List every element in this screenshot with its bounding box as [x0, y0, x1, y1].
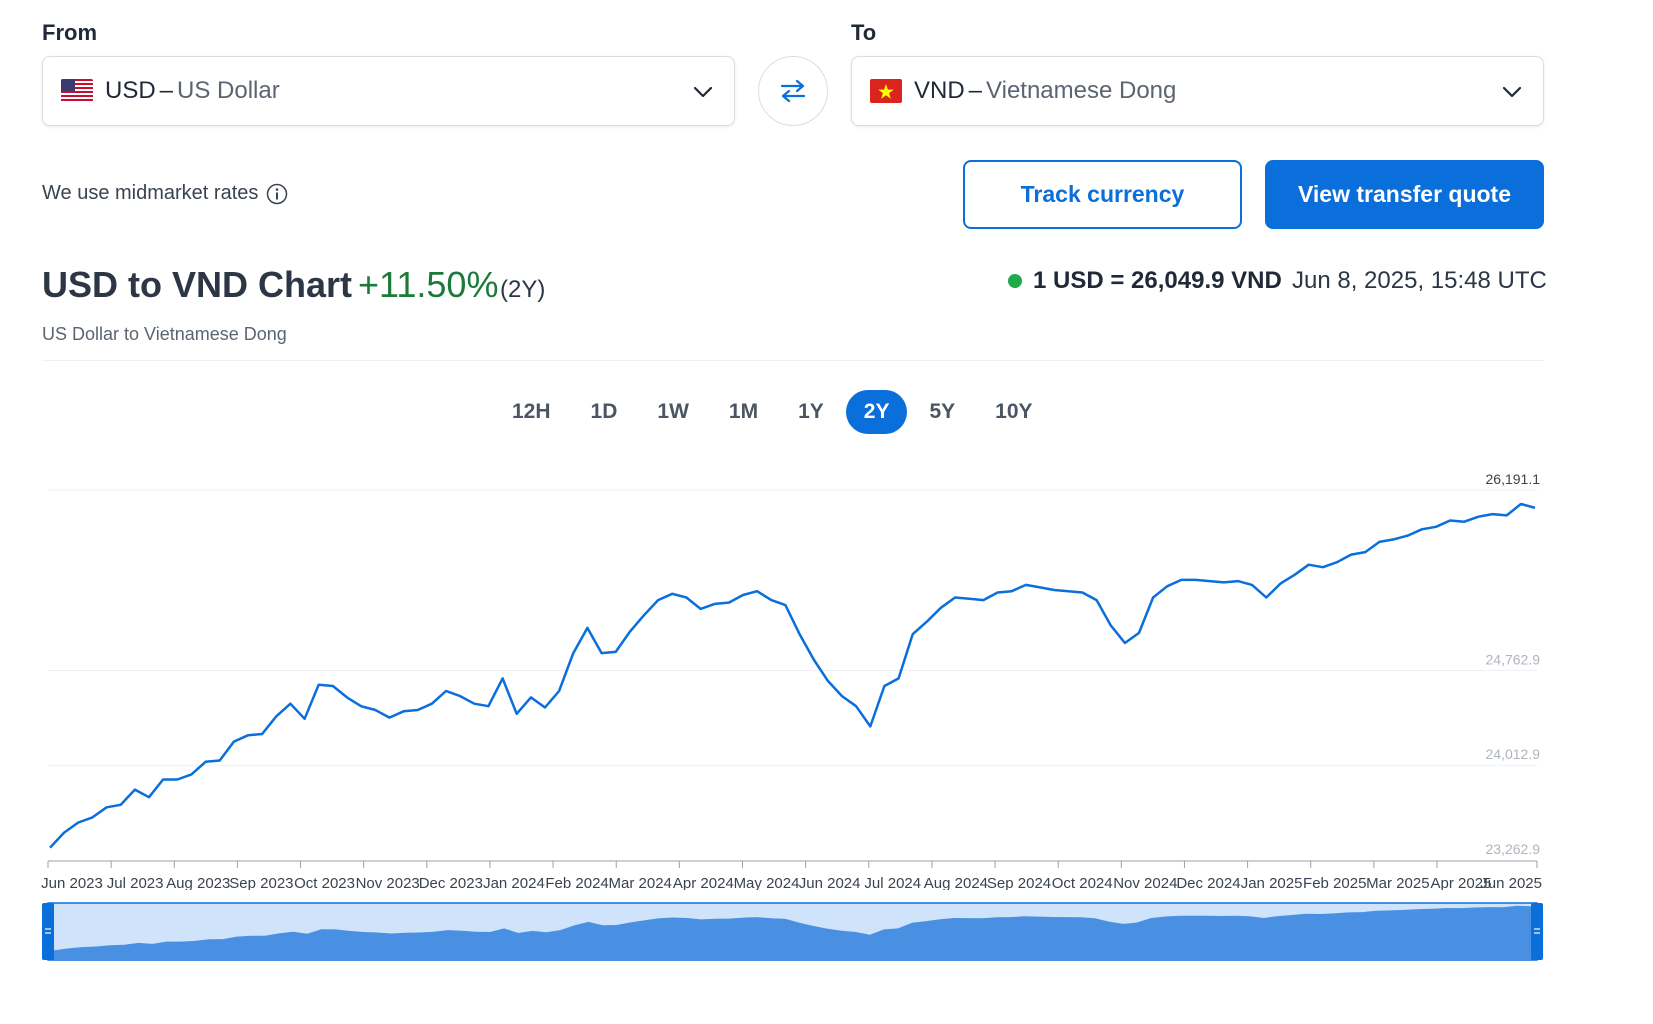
- x-tick-label: Feb 2025: [1303, 875, 1366, 890]
- period-tab-10y[interactable]: 10Y: [977, 390, 1050, 434]
- to-currency-dash: –: [968, 77, 983, 104]
- from-currency-name: US Dollar: [177, 77, 280, 104]
- midmarket-text: We use midmarket rates: [42, 182, 259, 204]
- x-tick-label: Jun 2023: [41, 875, 103, 890]
- x-tick-label: Oct 2024: [1052, 875, 1113, 890]
- from-currency-text: USD – US Dollar: [105, 77, 280, 105]
- view-transfer-quote-button[interactable]: View transfer quote: [1265, 160, 1544, 229]
- rate-series-line: [49, 502, 1536, 849]
- x-tick-label: Aug 2023: [166, 875, 230, 890]
- live-status-dot: [1008, 274, 1022, 288]
- from-currency-code: USD: [105, 77, 156, 104]
- period-tab-1d[interactable]: 1D: [573, 390, 636, 434]
- y-tick-label: 24,012.9: [1486, 746, 1541, 762]
- section-divider: [42, 360, 1544, 361]
- x-tick-label: Apr 2024: [673, 875, 734, 890]
- period-tab-1y[interactable]: 1Y: [780, 390, 842, 434]
- x-tick-label: Dec 2023: [419, 875, 483, 890]
- to-label: To: [851, 20, 877, 45]
- x-tick-label: Nov 2024: [1113, 875, 1177, 890]
- from-currency-select[interactable]: USD – US Dollar: [42, 56, 735, 126]
- period-tab-2y[interactable]: 2Y: [845, 390, 908, 434]
- x-tick-label: Mar 2024: [609, 875, 672, 890]
- vn-flag-icon: [870, 79, 902, 103]
- us-flag-icon: [61, 79, 93, 103]
- x-tick-label: Jun 2025: [1480, 875, 1542, 890]
- from-currency-dash: –: [159, 77, 174, 104]
- to-currency-name: Vietnamese Dong: [986, 77, 1177, 104]
- y-tick-label: 24,762.9: [1486, 651, 1541, 667]
- x-tick-label: Dec 2024: [1176, 875, 1240, 890]
- x-tick-label: May 2024: [734, 875, 800, 890]
- x-tick-label: Nov 2023: [356, 875, 420, 890]
- swap-icon: [780, 79, 806, 103]
- x-tick-label: Jul 2023: [107, 875, 164, 890]
- chart-range-navigator[interactable]: [0, 895, 1600, 967]
- swap-currencies-button[interactable]: [758, 56, 828, 126]
- chart-period-label: (2Y): [500, 276, 546, 303]
- x-tick-label: Jul 2024: [864, 875, 921, 890]
- period-tab-12h[interactable]: 12H: [494, 390, 569, 434]
- chevron-down-icon: [692, 81, 714, 103]
- x-tick-label: Sep 2023: [229, 875, 293, 890]
- chart-change-percent: +11.50%: [358, 264, 499, 305]
- x-tick-label: Jun 2024: [799, 875, 861, 890]
- from-label: From: [42, 20, 97, 45]
- navigator-right-handle[interactable]: [1531, 903, 1543, 960]
- exchange-rate-chart[interactable]: 23,262.9 24,012.9 24,762.9 26,191.1 Jun 2023…: [0, 455, 1600, 890]
- x-tick-label: Jan 2024: [483, 875, 545, 890]
- chart-subtitle: US Dollar to Vietnamese Dong: [42, 324, 287, 344]
- x-tick-label: Sep 2024: [987, 875, 1051, 890]
- period-tab-5y[interactable]: 5Y: [911, 390, 973, 434]
- chevron-down-icon: [1501, 81, 1523, 103]
- track-currency-button[interactable]: Track currency: [963, 160, 1242, 229]
- x-tick-label: Jan 2025: [1241, 875, 1303, 890]
- midmarket-info: We use midmarket rates: [42, 182, 288, 205]
- navigator-left-handle[interactable]: [42, 903, 54, 960]
- to-currency-code: VND: [914, 77, 965, 104]
- x-tick-label: Oct 2023: [294, 875, 355, 890]
- exchange-rate-timestamp: Jun 8, 2025, 15:48 UTC: [1292, 267, 1547, 294]
- x-tick-label: Feb 2024: [545, 875, 608, 890]
- period-selector: 12H 1D 1W 1M 1Y 2Y 5Y 10Y: [494, 390, 1055, 434]
- period-tab-1m[interactable]: 1M: [711, 390, 776, 434]
- period-tab-1w[interactable]: 1W: [639, 390, 707, 434]
- exchange-rate-value: 1 USD = 26,049.9 VND: [1033, 267, 1282, 294]
- info-icon[interactable]: [266, 183, 288, 205]
- y-tick-label: 23,262.9: [1486, 841, 1541, 857]
- to-currency-select[interactable]: VND – Vietnamese Dong: [851, 56, 1544, 126]
- y-tick-label: 26,191.1: [1486, 471, 1541, 487]
- x-tick-label: Aug 2024: [924, 875, 988, 890]
- to-currency-text: VND – Vietnamese Dong: [914, 77, 1176, 105]
- x-tick-label: Mar 2025: [1366, 875, 1429, 890]
- chart-title: USD to VND Chart: [42, 264, 353, 305]
